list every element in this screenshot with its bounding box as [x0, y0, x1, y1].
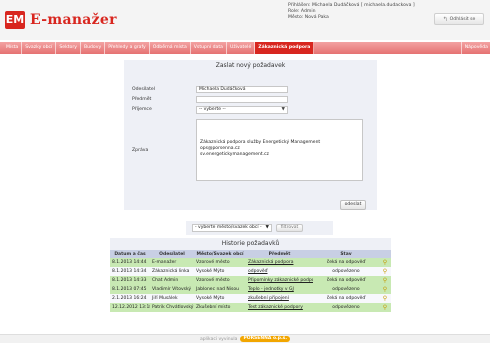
row-date: 8.1.2013 14:34 [110, 267, 150, 276]
row-subject-link[interactable]: Připomínky zákaznické podpory [246, 276, 313, 285]
send-button[interactable]: odeslat [340, 200, 366, 210]
row-sender: Jiří Musálek [150, 294, 194, 303]
row-city: Vzorové město [194, 258, 246, 267]
row-subject-link[interactable]: odpověď [246, 267, 313, 276]
row-status: odpovězeno [313, 303, 379, 312]
table-row[interactable]: 8.1.2013 07:45 Vladimír Vítovský Jablone… [110, 285, 391, 294]
row-status: odpovězeno [313, 267, 379, 276]
row-subject-link[interactable]: Teplo - jednotky v GJ [246, 285, 313, 294]
porsenna-logo[interactable]: PORSENNA o.p.s. [240, 336, 291, 342]
row-status: odpovězeno [313, 285, 379, 294]
user-info: Přihlášen: Michaela Dudáčková [ michaela… [288, 3, 415, 21]
filter-button[interactable]: filtrovat [276, 224, 303, 232]
row-subject-link[interactable]: Zákaznická podpora [246, 258, 313, 267]
magnifier-icon[interactable]: ⚲ [379, 294, 391, 303]
row-subject-link[interactable]: Test zákaznické podpory [246, 303, 313, 312]
user-city: Město: Nová Paka [288, 15, 329, 20]
sender-input[interactable]: Michaela Dudáčková [196, 86, 288, 93]
app-footer: aplikaci vyvinula PORSENNA o.p.s. [0, 334, 490, 343]
logout-label: Odhlásit se [449, 16, 476, 22]
column-header-subject[interactable]: Předmět [246, 250, 313, 258]
row-sender: Vladimír Vítovský [150, 285, 194, 294]
column-header-date[interactable]: Datum a čas [110, 250, 150, 258]
nav-item-vstupni-data[interactable]: Vstupní data [191, 42, 227, 54]
message-label: Zpráva [132, 148, 149, 153]
table-row[interactable]: 12.12.2012 13:18 Patrik Chvátlovský Zkuš… [110, 303, 391, 312]
row-date: 2.1.2013 16:24 [110, 294, 150, 303]
recipient-select[interactable]: -- vyberte -- ▼ [196, 106, 288, 114]
logout-arrow-icon: ↰ [442, 15, 448, 23]
nav-item-sektory[interactable]: Sektory [56, 42, 81, 54]
magnifier-icon[interactable]: ⚲ [379, 267, 391, 276]
row-city: Vysoké Mýto [194, 267, 246, 276]
nav-item-zakaznicka-podpora[interactable]: Zákaznická podpora [255, 42, 315, 54]
row-status: čeká na odpověď [313, 258, 379, 267]
chevron-down-icon: ▼ [265, 225, 269, 230]
row-date: 12.12.2012 13:18 [110, 303, 150, 312]
row-sender: Chat Admin [150, 276, 194, 285]
row-date: 8.1.2013 14:44 [110, 258, 150, 267]
app-logo[interactable]: EM E-manažer [5, 10, 117, 30]
row-status: čeká na odpověď [313, 294, 379, 303]
message-line: sv.energetickymanagement.cz [200, 152, 269, 157]
row-status: čeká na odpověď [313, 276, 379, 285]
history-header-row: Datum a čas Odesílatel Město/Svazek obcí… [110, 250, 391, 258]
table-row[interactable]: 2.1.2013 16:24 Jiří Musálek Vysoké Mýto … [110, 294, 391, 303]
nav-item-prehledy-a-grafy[interactable]: Přehledy a grafy [105, 42, 150, 54]
magnifier-icon[interactable]: ⚲ [379, 276, 391, 285]
nav-item-mista[interactable]: Místa [3, 42, 23, 54]
subject-label: Předmět [132, 97, 152, 102]
row-city: Vzorové město [194, 276, 246, 285]
row-city: Jablonec nad Nisou [194, 285, 246, 294]
nav-item-odberna-mista[interactable]: Odběrná místa [150, 42, 191, 54]
row-subject-link[interactable]: zkušební připojení [246, 294, 313, 303]
city-filter-value: - vyberte město/svazek obcí - [195, 225, 262, 230]
magnifier-icon[interactable]: ⚲ [379, 258, 391, 267]
column-header-sender[interactable]: Odesílatel [150, 250, 194, 258]
row-sender: Zákaznická linka [150, 267, 194, 276]
form-title: Zaslat nový požadavek [215, 62, 286, 69]
subject-input[interactable] [196, 96, 288, 103]
row-sender: E-manažer [150, 258, 194, 267]
app-header: EM E-manažer Přihlášen: Michaela Dudáčko… [0, 0, 490, 40]
row-date: 8.1.2013 07:45 [110, 285, 150, 294]
row-date: 8.1.2013 14:33 [110, 276, 150, 285]
footer-text: aplikaci vyvinula [199, 336, 238, 342]
main-nav: Místa Svazky obcí Sektory Budovy Přehled… [0, 42, 490, 54]
chevron-down-icon: ▼ [281, 107, 285, 112]
table-row[interactable]: 8.1.2013 14:34 Zákaznická linka Vysoké M… [110, 267, 391, 276]
column-header-status[interactable]: Stav [313, 250, 379, 258]
logo-badge: EM [5, 11, 25, 29]
history-table: Datum a čas Odesílatel Město/Svazek obcí… [110, 250, 391, 312]
history-title: Historie požadavků [110, 238, 391, 250]
message-textarea[interactable]: Zákaznická podpora služby Energetický Ma… [196, 119, 363, 181]
table-row[interactable]: 8.1.2013 14:44 E-manažer Vzorové město Z… [110, 258, 391, 267]
sender-label: Odesílatel [132, 87, 156, 92]
column-header-city[interactable]: Město/Svazek obcí [194, 250, 246, 258]
nav-item-uzivatele[interactable]: Uživatelé [227, 42, 256, 54]
row-sender: Patrik Chvátlovský [150, 303, 194, 312]
city-filter-select[interactable]: - vyberte město/svazek obcí - ▼ [192, 224, 272, 232]
magnifier-icon[interactable]: ⚲ [379, 303, 391, 312]
table-row[interactable]: 8.1.2013 14:33 Chat Admin Vzorové město … [110, 276, 391, 285]
recipient-select-value: -- vyberte -- [199, 107, 226, 112]
logout-button[interactable]: ↰ Odhlásit se [434, 13, 484, 25]
column-header-actions [379, 250, 391, 258]
nav-item-svazky-obci[interactable]: Svazky obcí [22, 42, 57, 54]
logo-text: E-manažer [30, 12, 117, 28]
nav-help-link[interactable]: Nápověda [460, 42, 488, 54]
row-city: Zkušební místo [194, 303, 246, 312]
recipient-label: Příjemce [132, 107, 152, 112]
nav-item-budovy[interactable]: Budovy [81, 42, 106, 54]
row-city: Vysoké Mýto [194, 294, 246, 303]
request-history: Historie požadavků Datum a čas Odesílate… [110, 238, 391, 312]
magnifier-icon[interactable]: ⚲ [379, 285, 391, 294]
